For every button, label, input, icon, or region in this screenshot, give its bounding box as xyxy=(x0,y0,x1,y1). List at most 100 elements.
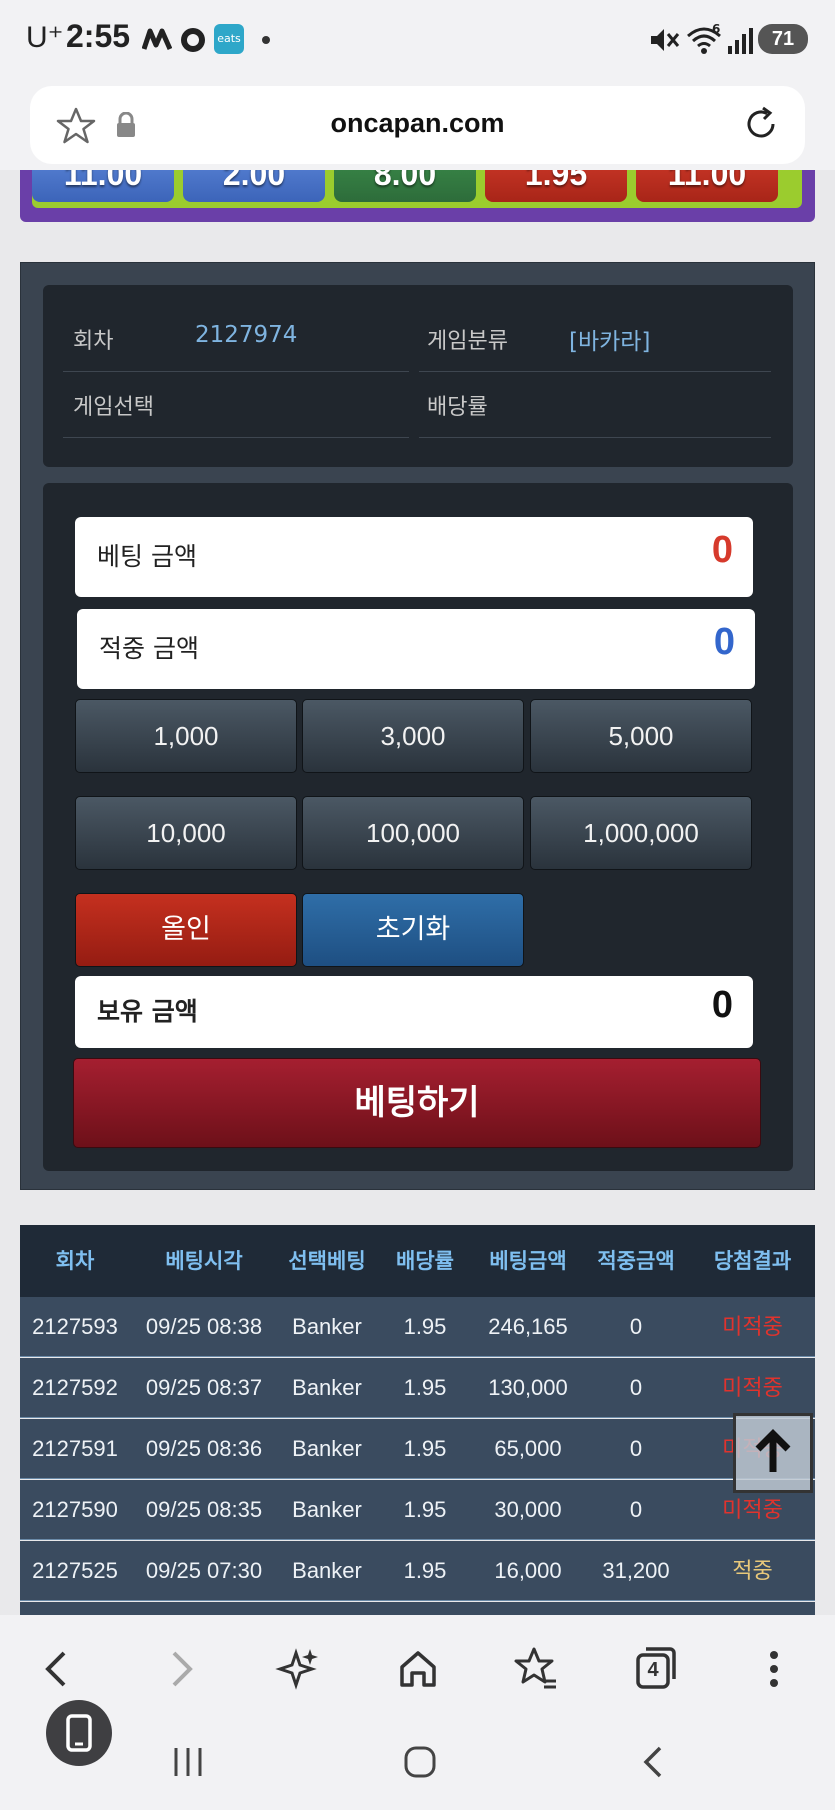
col-header: 회차 xyxy=(55,1249,95,1273)
mute-icon xyxy=(651,29,680,51)
bet-info-box: 회차 2127974 게임분류 [바카라] 게임선택 배당률 xyxy=(43,285,793,467)
cell-pick: Banker xyxy=(292,1497,362,1522)
chatgpt-icon xyxy=(181,28,205,52)
cell-round: 2127525 xyxy=(32,1558,118,1583)
home-icon[interactable] xyxy=(394,1645,442,1693)
url-text[interactable]: oncapan.com xyxy=(30,108,805,139)
cell-win: 0 xyxy=(629,1497,643,1522)
table-row: 2127590 09/25 08:35 Banker 1.95 30,000 0… xyxy=(20,1480,815,1540)
cell-bet: 130,000 xyxy=(488,1375,568,1400)
notification-dot xyxy=(262,36,270,44)
tabs-button[interactable]: 4 xyxy=(632,1645,680,1693)
chip-button-100000[interactable]: 100,000 xyxy=(302,796,524,870)
win-amount-row: 적중 금액 0 xyxy=(77,609,755,689)
cell-round: 2127592 xyxy=(32,1375,118,1400)
cell-round: 2127591 xyxy=(32,1436,118,1461)
table-header: 회차 베팅시각 선택베팅 배당률 베팅금액 적중금액 당첨결과 xyxy=(20,1225,815,1297)
maps-icon xyxy=(142,28,172,51)
forward-icon[interactable] xyxy=(156,1645,204,1693)
category-value: [바카라] xyxy=(569,329,651,355)
bet-amount-label: 베팅 금액 xyxy=(97,542,197,571)
chip-button-10000[interactable]: 10,000 xyxy=(75,796,297,870)
balance-value: 0 xyxy=(711,984,733,1026)
browser-toolbar: oncapan.com xyxy=(0,78,835,170)
table-row: 2127592 09/25 08:37 Banker 1.95 130,000 … xyxy=(20,1358,815,1418)
bet-amount-value: 0 xyxy=(711,529,733,571)
tab-count: 4 xyxy=(647,1659,659,1681)
col-header: 배당률 xyxy=(396,1249,454,1273)
cell-time: 09/25 08:38 xyxy=(145,1314,263,1339)
divider xyxy=(63,371,409,372)
col-header: 당첨결과 xyxy=(713,1249,792,1273)
cell-win: 0 xyxy=(629,1314,643,1339)
col-header: 베팅금액 xyxy=(489,1249,567,1273)
place-bet-button[interactable]: 베팅하기 xyxy=(73,1058,761,1148)
cell-time: 09/25 07:30 xyxy=(145,1558,263,1583)
cell-rate: 1.95 xyxy=(403,1497,447,1522)
odds-button-4[interactable]: 1.95 xyxy=(485,170,627,202)
cell-time: 09/25 08:37 xyxy=(145,1375,263,1400)
web-page: 11.00 2.00 8.00 1.95 11.00 회차 2127974 게임… xyxy=(0,170,835,1615)
bet-panel: 회차 2127974 게임분류 [바카라] 게임선택 배당률 베팅 금액 0 적… xyxy=(20,262,815,1190)
bet-form: 베팅 금액 0 적중 금액 0 1,000 3,000 5,000 10,000… xyxy=(43,483,793,1171)
status-bar: U⁺ 2:55 eats 6 71 xyxy=(0,0,835,78)
arrow-up-icon xyxy=(755,1429,791,1472)
balance-label: 보유 금액 xyxy=(97,997,198,1026)
win-amount-value: 0 xyxy=(713,621,735,663)
more-menu-icon[interactable] xyxy=(750,1645,798,1693)
category-label: 게임분류 xyxy=(427,329,508,354)
odds-button-1[interactable]: 11.00 xyxy=(32,170,174,202)
phone-icon xyxy=(66,1714,92,1752)
selection-label: 게임선택 xyxy=(73,395,154,420)
cell-bet: 30,000 xyxy=(494,1497,562,1522)
divider xyxy=(419,437,771,438)
odds-button-3[interactable]: 8.00 xyxy=(334,170,476,202)
ai-sparkle-icon[interactable] xyxy=(274,1645,322,1693)
cell-time: 09/25 08:36 xyxy=(145,1436,263,1461)
system-back-icon[interactable] xyxy=(634,1742,674,1782)
odds-frame: 11.00 2.00 8.00 1.95 11.00 xyxy=(20,170,815,222)
balance-row: 보유 금액 0 xyxy=(75,976,753,1048)
eats-icon: eats xyxy=(214,24,244,54)
cell-rate: 1.95 xyxy=(403,1558,447,1583)
cell-pick: Banker xyxy=(292,1436,362,1461)
cell-rate: 1.95 xyxy=(403,1436,447,1461)
odds-button-5[interactable]: 11.00 xyxy=(636,170,778,202)
cell-result: 미적중 xyxy=(722,1314,783,1339)
home-button-icon[interactable] xyxy=(400,1742,440,1782)
divider xyxy=(419,371,771,372)
table-row: 2127591 09/25 08:36 Banker 1.95 65,000 0… xyxy=(20,1419,815,1479)
reload-icon[interactable] xyxy=(741,104,781,144)
all-in-button[interactable]: 올인 xyxy=(75,893,297,967)
odds-button-2[interactable]: 2.00 xyxy=(183,170,325,202)
bookmarks-icon[interactable] xyxy=(512,1645,560,1693)
table-row: 2127525 09/25 07:30 Banker 1.95 16,000 3… xyxy=(20,1541,815,1601)
bet-amount-row: 베팅 금액 0 xyxy=(75,517,753,597)
cell-rate: 1.95 xyxy=(403,1314,447,1339)
cell-pick: Banker xyxy=(292,1375,362,1400)
cell-bet: 16,000 xyxy=(494,1558,562,1583)
wifi-badge: 6 xyxy=(712,22,721,36)
reset-button[interactable]: 초기화 xyxy=(302,893,524,967)
cell-pick: Banker xyxy=(292,1558,362,1583)
recent-apps-icon[interactable] xyxy=(168,1742,208,1782)
address-bar[interactable]: oncapan.com xyxy=(30,86,805,164)
chip-button-1000000[interactable]: 1,000,000 xyxy=(530,796,752,870)
back-icon[interactable] xyxy=(34,1645,82,1693)
cell-bet: 246,165 xyxy=(488,1314,568,1339)
floating-phone-button[interactable] xyxy=(46,1700,112,1766)
table-row: 2127593 09/25 08:38 Banker 1.95 246,165 … xyxy=(20,1297,815,1357)
col-header: 적중금액 xyxy=(597,1249,675,1273)
cell-result: 미적중 xyxy=(722,1375,783,1400)
cell-pick: Banker xyxy=(292,1314,362,1339)
chip-button-5000[interactable]: 5,000 xyxy=(530,699,752,773)
chip-button-1000[interactable]: 1,000 xyxy=(75,699,297,773)
col-header: 베팅시각 xyxy=(165,1249,243,1273)
chip-button-3000[interactable]: 3,000 xyxy=(302,699,524,773)
table-row xyxy=(20,1602,815,1615)
cell-win: 0 xyxy=(629,1436,643,1461)
scroll-to-top-button[interactable] xyxy=(733,1413,813,1493)
cell-rate: 1.95 xyxy=(403,1375,447,1400)
rate-label: 배당률 xyxy=(427,395,488,420)
clock: 2:55 xyxy=(66,18,131,54)
